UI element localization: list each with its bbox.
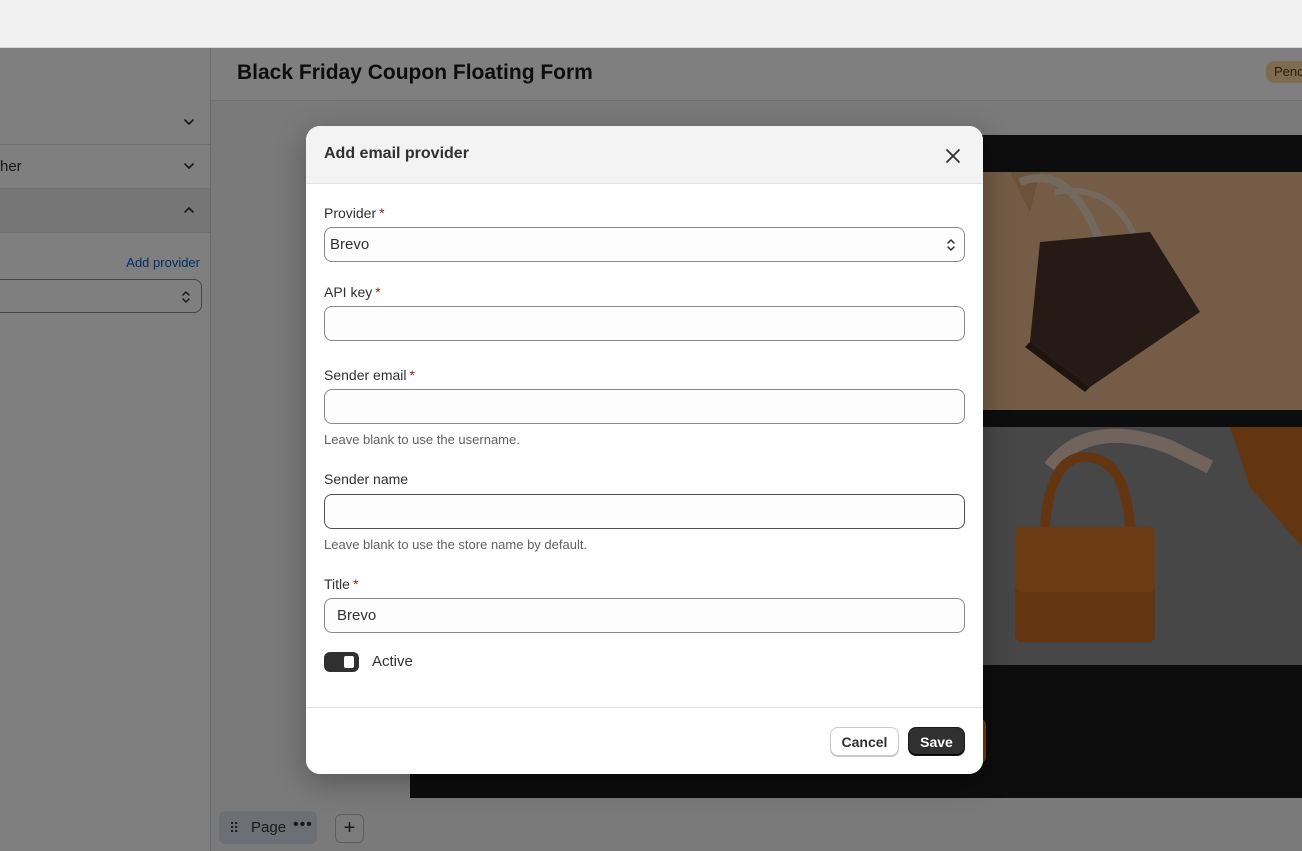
sender-name-label: Sender name bbox=[324, 471, 408, 487]
required-asterisk: * bbox=[352, 576, 359, 592]
sender-email-help: Leave blank to use the username. bbox=[324, 432, 520, 447]
required-asterisk: * bbox=[409, 367, 415, 383]
top-bar bbox=[0, 0, 1302, 48]
save-button[interactable]: Save bbox=[908, 727, 965, 756]
sender-email-label: Sender email * bbox=[324, 367, 415, 383]
sender-email-label-text: Sender email bbox=[324, 367, 407, 383]
active-toggle[interactable] bbox=[324, 652, 359, 672]
title-input[interactable] bbox=[324, 598, 965, 633]
provider-label-text: Provider bbox=[324, 205, 377, 221]
modal-footer: Cancel Save bbox=[306, 707, 983, 774]
required-asterisk: * bbox=[379, 205, 385, 221]
provider-label: Provider * bbox=[324, 205, 385, 221]
sender-name-label-text: Sender name bbox=[324, 471, 409, 487]
sender-name-help: Leave blank to use the store name by def… bbox=[324, 537, 588, 552]
api-key-input[interactable] bbox=[324, 306, 965, 341]
provider-value: Brevo bbox=[330, 236, 370, 253]
sender-email-input[interactable] bbox=[324, 389, 965, 424]
provider-select[interactable]: Brevo bbox=[324, 227, 965, 262]
modal-title: Add email provider bbox=[324, 145, 469, 162]
title-label-text: Title bbox=[324, 576, 350, 592]
sender-name-input[interactable] bbox=[324, 494, 965, 529]
required-asterisk: * bbox=[375, 284, 381, 300]
title-label: Title * bbox=[324, 576, 358, 592]
api-key-label: API key * bbox=[324, 284, 381, 300]
api-key-label-text: API key bbox=[324, 284, 373, 300]
close-icon[interactable] bbox=[942, 145, 964, 167]
cancel-button[interactable]: Cancel bbox=[830, 727, 899, 756]
toggle-knob bbox=[344, 656, 354, 668]
active-label: Active bbox=[372, 653, 413, 670]
select-updown-icon bbox=[947, 239, 955, 251]
modal-header: Add email provider bbox=[306, 126, 983, 184]
add-email-provider-modal: Add email provider Provider * Brevo API k… bbox=[306, 126, 983, 774]
